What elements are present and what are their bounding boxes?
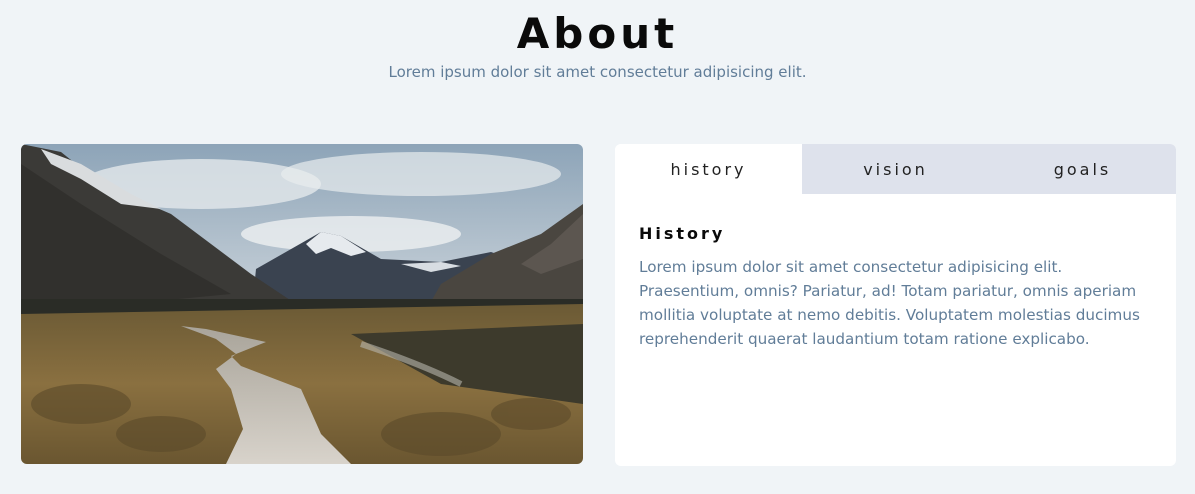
tab-history[interactable]: history xyxy=(615,144,802,194)
about-tabs-card: history vision goals History Lorem ipsum… xyxy=(615,144,1176,466)
content-text: Lorem ipsum dolor sit amet consectetur a… xyxy=(639,258,1140,348)
page-title: About xyxy=(516,9,679,58)
tab-vision[interactable]: vision xyxy=(802,144,989,194)
page-subtitle: Lorem ipsum dolor sit amet consectetur a… xyxy=(388,63,807,81)
content-title: History xyxy=(639,224,726,243)
tab-goals[interactable]: goals xyxy=(989,144,1176,194)
tab-bar: history vision goals xyxy=(615,144,1176,194)
mountain-landscape-image xyxy=(21,144,583,464)
